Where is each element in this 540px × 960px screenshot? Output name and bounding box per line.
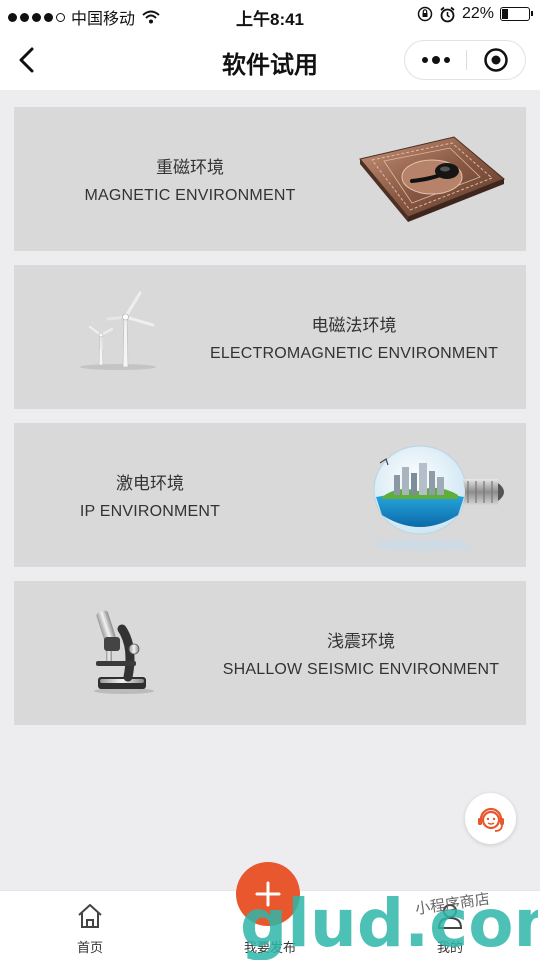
mini-program-capsule	[404, 40, 526, 80]
card-text: 激电环境 IP ENVIRONMENT	[60, 469, 240, 521]
card-text: 浅震环境 SHALLOW SEISMIC ENVIRONMENT	[208, 627, 514, 679]
publish-button[interactable]	[236, 862, 300, 926]
user-icon	[437, 904, 463, 929]
battery-fill	[502, 9, 508, 19]
card-title-cn: 重磁环境	[156, 158, 224, 177]
tab-mine-label: 我的	[436, 940, 463, 955]
close-button[interactable]	[467, 41, 525, 79]
carrier-name: 中国移动	[71, 11, 136, 28]
lightbulb-city-icon	[373, 445, 504, 551]
home-icon	[78, 904, 102, 928]
rotation-lock-icon	[417, 6, 433, 22]
status-left: 中国移动	[8, 5, 161, 29]
battery-percent: 22%	[461, 5, 494, 22]
wifi-icon	[142, 10, 160, 24]
more-dot-icon	[431, 56, 440, 64]
card-title-en: IP ENVIRONMENT	[79, 503, 221, 520]
chevron-left-icon	[19, 47, 34, 73]
microscope-icon	[94, 610, 154, 694]
more-dot-icon	[421, 57, 428, 63]
card-text: 电磁法环境 ELECTROMAGNETIC ENVIRONMENT	[194, 311, 514, 363]
card-text: 重磁环境 MAGNETIC ENVIRONMENT	[80, 153, 300, 205]
card-shallow-seismic[interactable]: 浅震环境 SHALLOW SEISMIC ENVIRONMENT	[14, 581, 526, 725]
customer-service-button[interactable]	[465, 793, 516, 844]
nav-bar: 软件试用	[0, 30, 540, 90]
target-close-icon	[484, 48, 508, 72]
card-title-en: MAGNETIC ENVIRONMENT	[84, 187, 296, 204]
more-dot-icon	[443, 57, 450, 63]
compass-icon	[359, 136, 505, 222]
tab-mine[interactable]: 我的	[400, 891, 500, 960]
headset-icon	[477, 807, 504, 832]
status-bar: 中国移动 上午8:41 22%	[0, 0, 540, 30]
back-button[interactable]	[14, 45, 44, 75]
card-title-en: SHALLOW SEISMIC ENVIRONMENT	[222, 661, 500, 678]
card-magnetic[interactable]: 重磁环境 MAGNETIC ENVIRONMENT	[14, 107, 526, 251]
more-button[interactable]	[405, 41, 466, 79]
card-title-cn: 激电环境	[116, 474, 184, 493]
tab-home-label: 首页	[76, 940, 103, 955]
card-title-en: ELECTROMAGNETIC ENVIRONMENT	[209, 345, 499, 362]
battery-icon	[500, 7, 533, 21]
tab-publish-label: 我要发布	[243, 940, 296, 955]
alarm-icon	[440, 6, 455, 22]
card-electromagnetic[interactable]: 电磁法环境 ELECTROMAGNETIC ENVIRONMENT	[14, 265, 526, 409]
tab-home[interactable]: 首页	[40, 891, 140, 960]
card-title-cn: 电磁法环境	[311, 316, 397, 335]
card-title-cn: 浅震环境	[327, 632, 395, 651]
wind-turbine-icon	[80, 291, 156, 370]
plus-icon	[255, 881, 281, 907]
card-ip[interactable]: 激电环境 IP ENVIRONMENT	[14, 423, 526, 567]
status-right: 22%	[417, 5, 533, 23]
signal-icon	[8, 12, 65, 22]
